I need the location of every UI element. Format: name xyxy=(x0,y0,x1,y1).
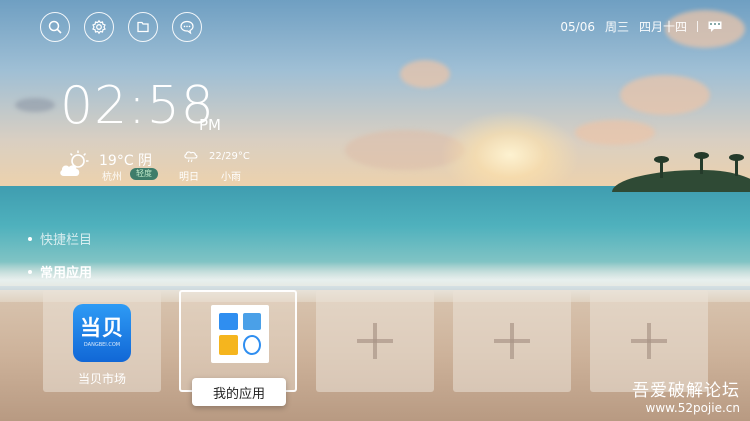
menu-item-common-apps[interactable]: 常用应用 xyxy=(28,255,92,288)
logo-subtext: DANGBEI.COM xyxy=(83,342,121,348)
tomorrow-temperature-range: 22/29°C xyxy=(209,151,250,162)
app-tile-dangbei-market[interactable]: 当贝 DANGBEI.COM 当贝市场 xyxy=(43,290,161,392)
settings-icon[interactable] xyxy=(84,12,114,42)
section-menu: 快捷栏目 常用应用 xyxy=(28,222,92,288)
app-tile-my-apps[interactable] xyxy=(179,290,297,392)
note-icon xyxy=(219,334,238,355)
cloud xyxy=(620,75,710,115)
message-icon[interactable] xyxy=(708,21,722,32)
chat-icon[interactable] xyxy=(172,12,202,42)
menu-item-label: 常用应用 xyxy=(40,266,93,281)
plus-icon xyxy=(494,323,530,359)
clock-time: 02:58 xyxy=(60,76,215,136)
logo-text: 当贝 xyxy=(80,316,124,340)
tomorrow-label: 明日 xyxy=(179,172,199,183)
tomorrow-weather-desc: 小雨 xyxy=(221,172,241,183)
top-toolbar xyxy=(40,12,202,42)
folder-icon[interactable] xyxy=(128,12,158,42)
plus-icon xyxy=(357,323,393,359)
apps-grid-icon xyxy=(211,305,269,363)
palm-tree xyxy=(654,156,669,178)
dangbei-logo-icon: 当贝 DANGBEI.COM xyxy=(73,304,131,362)
mail-icon xyxy=(242,313,261,330)
cloud xyxy=(575,120,655,145)
partly-cloudy-icon xyxy=(60,150,89,176)
cloud xyxy=(15,98,55,112)
watermark-title: 吾爱破解论坛 xyxy=(632,381,740,401)
more-icon xyxy=(242,334,261,355)
aqi-badge: 轻度 xyxy=(130,168,158,180)
bullet-dot xyxy=(28,269,32,274)
shopping-bag-icon xyxy=(219,313,238,330)
plus-icon xyxy=(631,323,667,359)
divider xyxy=(697,21,698,32)
search-icon[interactable] xyxy=(40,12,70,42)
bullet-dot xyxy=(28,236,32,241)
palm-tree xyxy=(694,152,709,174)
date-text: 05/06 xyxy=(560,19,595,34)
add-app-tile[interactable] xyxy=(453,290,571,392)
clock-ampm: PM xyxy=(199,116,221,134)
menu-item-quick-columns[interactable]: 快捷栏目 xyxy=(28,222,92,255)
rain-cloud-icon xyxy=(184,151,198,163)
weather-temperature: 19°C 阴 xyxy=(99,153,153,169)
app-tile-label: 当贝市场 xyxy=(77,372,126,386)
cloud xyxy=(400,60,450,88)
add-app-tile[interactable] xyxy=(316,290,434,392)
focused-tile-label: 我的应用 xyxy=(192,378,286,406)
date-bar: 05/06 周三 四月十四 xyxy=(560,18,722,35)
watermark: 吾爱破解论坛 www.52pojie.cn xyxy=(632,376,740,415)
weather-city: 杭州 xyxy=(102,172,122,183)
palm-tree xyxy=(729,154,744,176)
watermark-url: www.52pojie.cn xyxy=(645,401,740,415)
menu-item-label: 快捷栏目 xyxy=(40,233,93,248)
lunar-date-text: 四月十四 xyxy=(638,20,687,34)
weekday-text: 周三 xyxy=(604,20,629,34)
